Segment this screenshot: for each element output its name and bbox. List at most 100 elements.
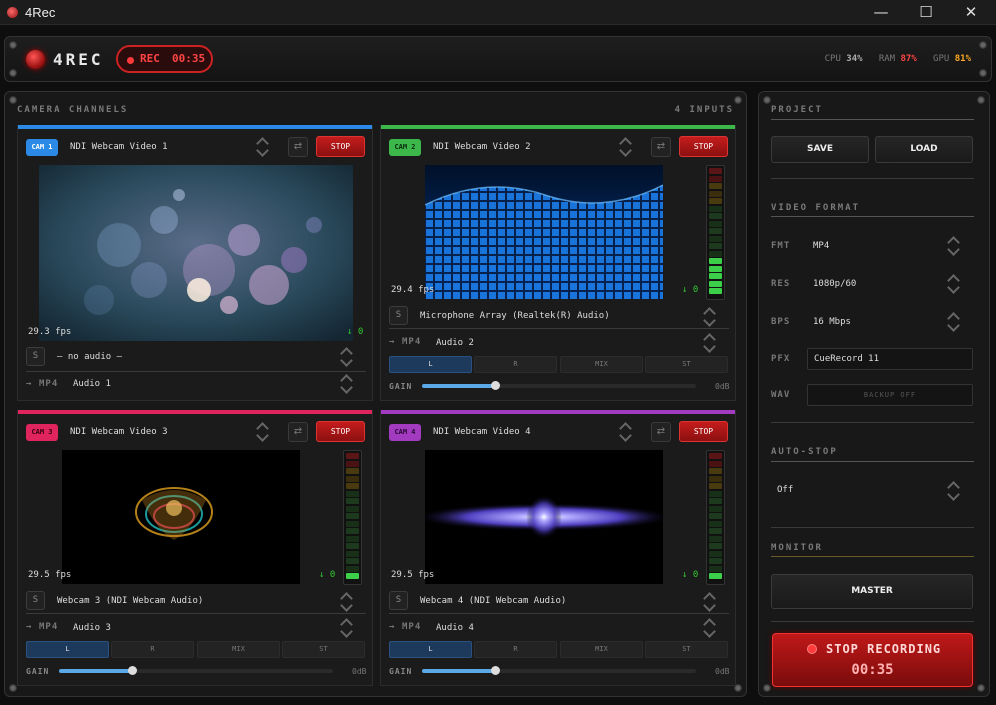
audio-track-select[interactable]: Audio 3 [73, 623, 111, 633]
meter-segment [709, 213, 722, 219]
meter-segment [709, 543, 722, 549]
channel-mode-l[interactable]: L [389, 356, 472, 373]
fmt-select[interactable]: MP4 [813, 241, 829, 251]
gain-slider[interactable] [59, 669, 333, 673]
meter-segment [709, 498, 722, 504]
audio-spinner-icon[interactable] [702, 590, 716, 614]
res-select[interactable]: 1080p/60 [813, 279, 856, 289]
track-spinner-icon[interactable] [339, 616, 353, 640]
app-icon [7, 7, 18, 18]
divider [771, 461, 974, 462]
meter-segment [346, 565, 359, 572]
system-stats: CPU 34% RAM 87% GPU 81% [825, 54, 971, 64]
gain-label: GAIN [26, 667, 50, 676]
audio-track-select[interactable]: Audio 2 [436, 338, 474, 348]
bps-spinner-icon[interactable] [946, 310, 960, 334]
camera-card-4: CAM 4 NDI Webcam Video 4 ⇄ STOP 29.5 fps… [380, 410, 736, 686]
autostop-title: AUTO-STOP [771, 447, 838, 457]
audio-source-select[interactable]: Webcam 3 (NDI Webcam Audio) [57, 596, 203, 606]
channel-mode-st[interactable]: ST [645, 641, 728, 658]
gain-slider-knob[interactable] [491, 381, 500, 390]
app-logo: 4REC [53, 50, 104, 69]
prefix-input[interactable]: CueRecord 11 [807, 348, 973, 370]
meter-segment [709, 183, 722, 189]
meter-segment [346, 468, 359, 474]
stop-recording-button[interactable]: STOP RECORDING 00:35 [772, 633, 973, 687]
audio-meter [706, 450, 725, 585]
load-button[interactable]: LOAD [875, 136, 973, 163]
channel-mode-l[interactable]: L [389, 641, 472, 658]
meter-segment [709, 528, 722, 534]
swap-icon[interactable]: ⇄ [288, 422, 308, 442]
audio-source-select[interactable]: Webcam 4 (NDI Webcam Audio) [420, 596, 566, 606]
track-spinner-icon[interactable] [702, 616, 716, 640]
stop-button[interactable]: STOP [316, 421, 365, 442]
camera-source-select[interactable]: NDI Webcam Video 2 [433, 142, 531, 152]
stop-button[interactable]: STOP [679, 136, 728, 157]
audio-track-select[interactable]: Audio 4 [436, 623, 474, 633]
divider [771, 621, 974, 622]
stop-button[interactable]: STOP [679, 421, 728, 442]
source-spinner-icon[interactable] [618, 135, 632, 159]
audio-spinner-icon[interactable] [339, 590, 353, 614]
meter-segment [346, 558, 359, 564]
channel-mode-r[interactable]: R [111, 641, 194, 658]
camera-card-2: CAM 2 NDI Webcam Video 2 ⇄ STOP 29.4 fps… [380, 125, 736, 401]
channel-mode-st[interactable]: ST [282, 641, 365, 658]
meter-segment [709, 460, 722, 467]
swap-icon[interactable]: ⇄ [288, 137, 308, 157]
track-spinner-icon[interactable] [339, 372, 353, 396]
channel-mode-r[interactable]: R [474, 356, 557, 373]
channel-mode-r[interactable]: R [474, 641, 557, 658]
channel-mode-st[interactable]: ST [645, 356, 728, 373]
swap-icon[interactable]: ⇄ [651, 422, 671, 442]
gain-slider[interactable] [422, 669, 696, 673]
source-spinner-icon[interactable] [255, 420, 269, 444]
camera-card-1: CAM 1 NDI Webcam Video 1 ⇄ STOP 29.3 fps… [17, 125, 373, 401]
audio-source-select[interactable]: — no audio — [57, 352, 122, 362]
video-preview [425, 165, 663, 299]
res-spinner-icon[interactable] [946, 272, 960, 296]
autostop-spinner-icon[interactable] [946, 479, 960, 503]
gain-slider-knob[interactable] [128, 666, 137, 675]
camera-source-select[interactable]: NDI Webcam Video 3 [70, 427, 168, 437]
audio-level-readout: ↓ 0 [682, 570, 699, 580]
camera-source-select[interactable]: NDI Webcam Video 1 [70, 142, 168, 152]
audio-spinner-icon[interactable] [339, 345, 353, 369]
channel-mode-l[interactable]: L [26, 641, 109, 658]
autostop-select[interactable]: Off [777, 485, 793, 495]
fps-readout: 29.5 fps [391, 570, 435, 580]
close-button[interactable]: ✕ [948, 0, 994, 25]
maximize-button[interactable]: ☐ [903, 0, 949, 25]
stop-button[interactable]: STOP [316, 136, 365, 157]
divider [771, 556, 974, 557]
solo-button[interactable]: S [26, 591, 45, 610]
divider [389, 613, 729, 614]
gain-slider-knob[interactable] [491, 666, 500, 675]
monitor-master-button[interactable]: MASTER [771, 574, 973, 609]
fmt-spinner-icon[interactable] [946, 234, 960, 258]
solo-button[interactable]: S [389, 306, 408, 325]
solo-button[interactable]: S [26, 347, 45, 366]
minimize-button[interactable]: — [858, 0, 904, 25]
source-spinner-icon[interactable] [618, 420, 632, 444]
audio-spinner-icon[interactable] [702, 305, 716, 329]
swap-icon[interactable]: ⇄ [651, 137, 671, 157]
solo-button[interactable]: S [389, 591, 408, 610]
source-spinner-icon[interactable] [255, 135, 269, 159]
channel-mode-mix[interactable]: MIX [197, 641, 280, 658]
gain-slider[interactable] [422, 384, 696, 388]
stop-recording-timer: 00:35 [851, 662, 894, 678]
bps-select[interactable]: 16 Mbps [813, 317, 851, 327]
audio-source-select[interactable]: Microphone Array (Realtek(R) Audio) [420, 311, 610, 321]
track-spinner-icon[interactable] [702, 331, 716, 355]
channel-mode-mix[interactable]: MIX [560, 356, 643, 373]
wav-backup-toggle[interactable]: BACKUP OFF [807, 384, 973, 406]
meter-segment [709, 558, 722, 564]
meter-segment [709, 565, 722, 572]
camera-source-select[interactable]: NDI Webcam Video 4 [433, 427, 531, 437]
audio-track-select[interactable]: Audio 1 [73, 379, 111, 389]
fps-readout: 29.5 fps [28, 570, 72, 580]
save-button[interactable]: SAVE [771, 136, 869, 163]
channel-mode-mix[interactable]: MIX [560, 641, 643, 658]
